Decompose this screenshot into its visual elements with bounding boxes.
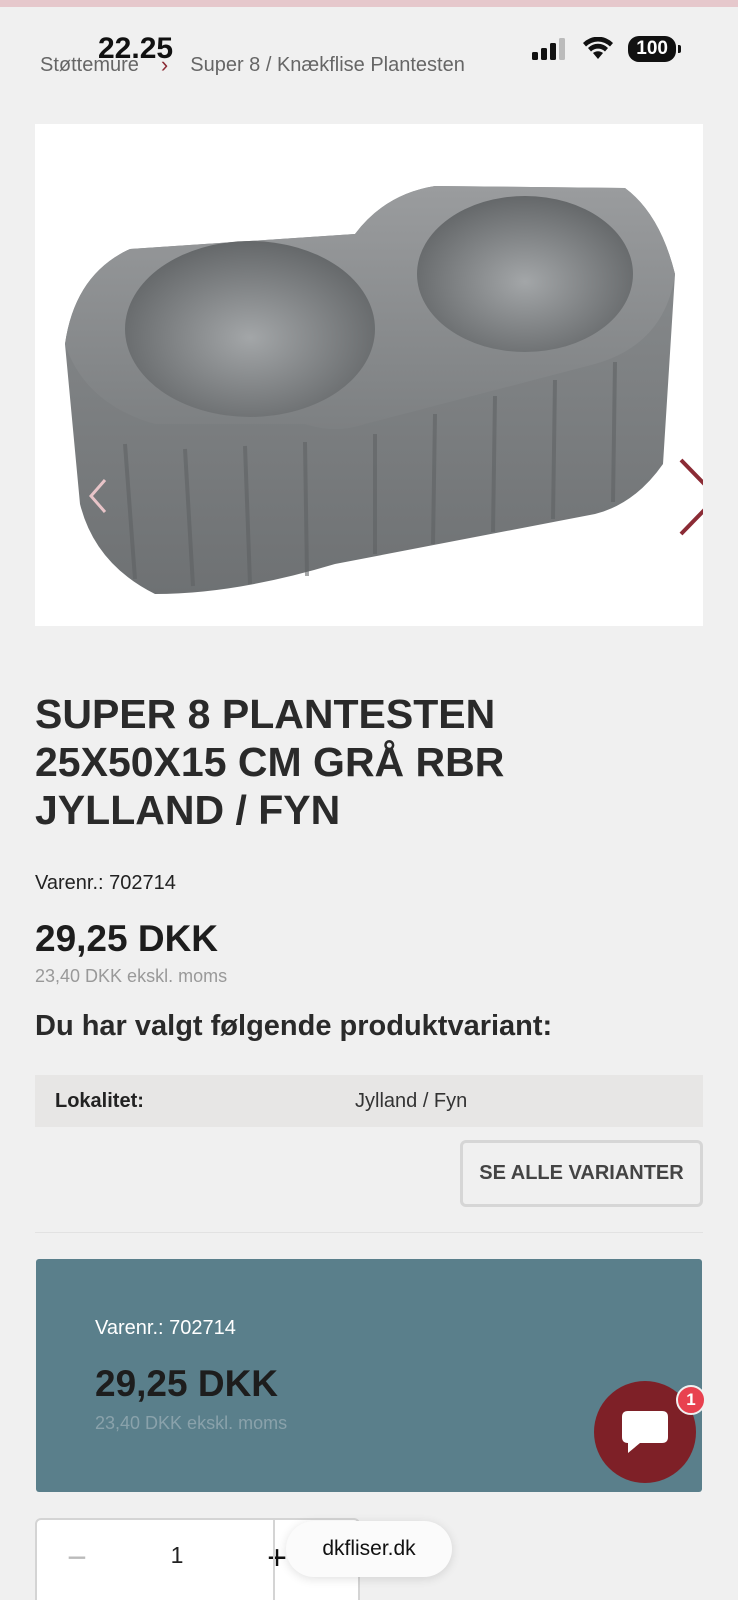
top-accent-bar [0, 0, 738, 7]
variant-heading: Du har valgt følgende produktvariant: [35, 1010, 553, 1042]
next-image-arrow-icon[interactable] [675, 456, 703, 538]
see-all-variants-button[interactable]: SE ALLE VARIANTER [460, 1140, 703, 1207]
product-gallery[interactable] [35, 124, 703, 626]
variant-value: Jylland / Fyn [355, 1089, 468, 1112]
status-icons: 100 [532, 36, 681, 62]
product-title: SUPER 8 PLANTESTEN 25X50X15 CM GRÅ RBR J… [35, 691, 505, 833]
variant-row: Lokalitet: Jylland / Fyn [35, 1075, 703, 1127]
prev-hint-icon [89, 479, 107, 513]
buy-card-price-ex-vat: 23,40 DKK ekskl. moms [95, 1413, 288, 1433]
quantity-value[interactable]: 1 [147, 1542, 207, 1569]
divider [35, 1232, 703, 1233]
wifi-icon [583, 37, 614, 59]
buy-card-price: 29,25 DKK [95, 1363, 279, 1404]
chat-unread-badge: 1 [676, 1385, 706, 1415]
quantity-minus-button[interactable]: − [57, 1538, 97, 1578]
product-price-ex-vat: 23,40 DKK ekskl. moms [35, 966, 228, 986]
signal-icon [532, 38, 566, 60]
browser-url-pill[interactable]: dkfliser.dk [286, 1521, 452, 1577]
chat-bubble-icon [622, 1411, 668, 1453]
status-time: 22.25 [98, 32, 174, 65]
product-sku: Varenr.: 702714 [35, 872, 176, 894]
stepper-divider [273, 1520, 275, 1600]
breadcrumb-current: Super 8 / Knækflise Plantesten [190, 53, 465, 76]
variant-key: Lokalitet: [55, 1089, 144, 1112]
product-image [35, 124, 703, 626]
buy-card-sku: Varenr.: 702714 [95, 1317, 236, 1339]
product-price: 29,25 DKK [35, 918, 219, 959]
battery-indicator: 100 [628, 36, 681, 62]
